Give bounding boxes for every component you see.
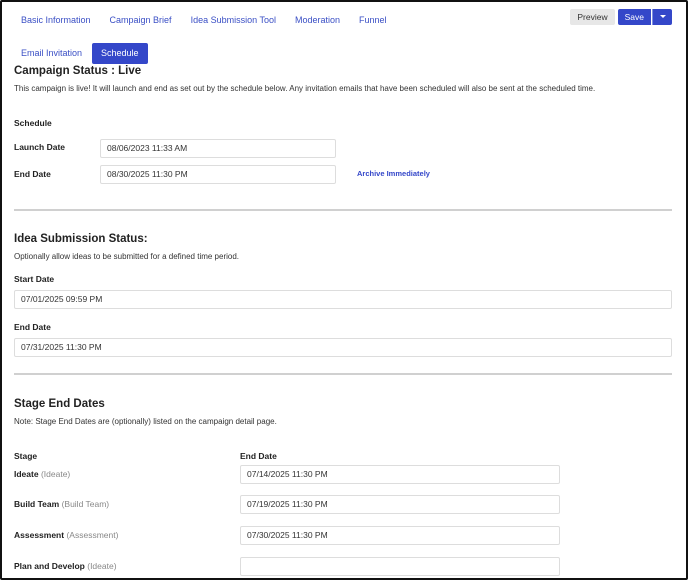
stage-name: Plan and Develop bbox=[14, 561, 85, 571]
stage-row-label: Assessment (Assessment) bbox=[14, 530, 118, 540]
stage-row-label: Plan and Develop (Ideate) bbox=[14, 561, 117, 571]
stage-type: (Ideate) bbox=[87, 561, 117, 571]
tab-moderation[interactable]: Moderation bbox=[286, 10, 349, 31]
tab-basic-information[interactable]: Basic Information bbox=[12, 10, 100, 31]
stage-row-label: Ideate (Ideate) bbox=[14, 469, 70, 479]
section-divider bbox=[14, 373, 672, 375]
campaign-status-title: Campaign Status : Live bbox=[14, 65, 142, 77]
save-dropdown-button[interactable] bbox=[652, 9, 672, 25]
stage-name: Ideate bbox=[14, 469, 39, 479]
stage-end-dates-note: Note: Stage End Dates are (optionally) l… bbox=[14, 417, 277, 426]
stage-row-label: Build Team (Build Team) bbox=[14, 499, 109, 509]
preview-button[interactable]: Preview bbox=[570, 9, 615, 25]
submission-end-date-input[interactable]: 07/31/2025 11:30 PM bbox=[14, 338, 672, 357]
start-date-label: Start Date bbox=[14, 274, 55, 284]
tab-bar: Basic Information Campaign Brief Idea Su… bbox=[12, 10, 582, 64]
toolbar: Preview Save bbox=[570, 9, 672, 25]
tab-schedule[interactable]: Schedule bbox=[92, 43, 148, 64]
submission-end-date-label: End Date bbox=[14, 322, 51, 332]
stage-end-date-input[interactable] bbox=[240, 557, 560, 576]
app-frame: Basic Information Campaign Brief Idea Su… bbox=[0, 0, 688, 580]
campaign-status-description: This campaign is live! It will launch an… bbox=[14, 84, 596, 93]
tab-funnel[interactable]: Funnel bbox=[350, 10, 396, 31]
end-date-input[interactable]: 08/30/2025 11:30 PM bbox=[100, 165, 336, 184]
end-date-label: End Date bbox=[14, 169, 51, 179]
schedule-heading: Schedule bbox=[14, 118, 52, 128]
launch-date-label: Launch Date bbox=[14, 142, 66, 152]
stage-end-date-input[interactable]: 07/14/2025 11:30 PM bbox=[240, 465, 560, 484]
tab-email-invitation[interactable]: Email Invitation bbox=[12, 43, 91, 64]
stage-type: (Ideate) bbox=[40, 469, 71, 479]
stage-end-date-input[interactable]: 07/30/2025 11:30 PM bbox=[240, 526, 560, 545]
idea-submission-title: Idea Submission Status: bbox=[14, 233, 148, 245]
archive-immediately-link[interactable]: Archive Immediately bbox=[357, 169, 430, 178]
section-divider bbox=[14, 209, 672, 211]
idea-submission-description: Optionally allow ideas to be submitted f… bbox=[14, 252, 240, 261]
stage-end-dates-title: Stage End Dates bbox=[14, 398, 105, 410]
stage-name: Assessment bbox=[14, 530, 65, 540]
stage-type: (Build Team) bbox=[61, 499, 110, 509]
tab-idea-submission-tool[interactable]: Idea Submission Tool bbox=[182, 10, 285, 31]
stage-column-header: Stage bbox=[14, 451, 38, 461]
launch-date-input[interactable]: 08/06/2023 11:33 AM bbox=[100, 139, 336, 158]
tab-campaign-brief[interactable]: Campaign Brief bbox=[101, 10, 181, 31]
stage-name: Build Team bbox=[14, 499, 60, 509]
end-date-column-header: End Date bbox=[240, 451, 277, 461]
save-button[interactable]: Save bbox=[617, 9, 651, 25]
stage-type: (Assessment) bbox=[66, 530, 119, 540]
stage-end-date-input[interactable]: 07/19/2025 11:30 PM bbox=[240, 495, 560, 514]
start-date-input[interactable]: 07/01/2025 09:59 PM bbox=[14, 290, 672, 309]
